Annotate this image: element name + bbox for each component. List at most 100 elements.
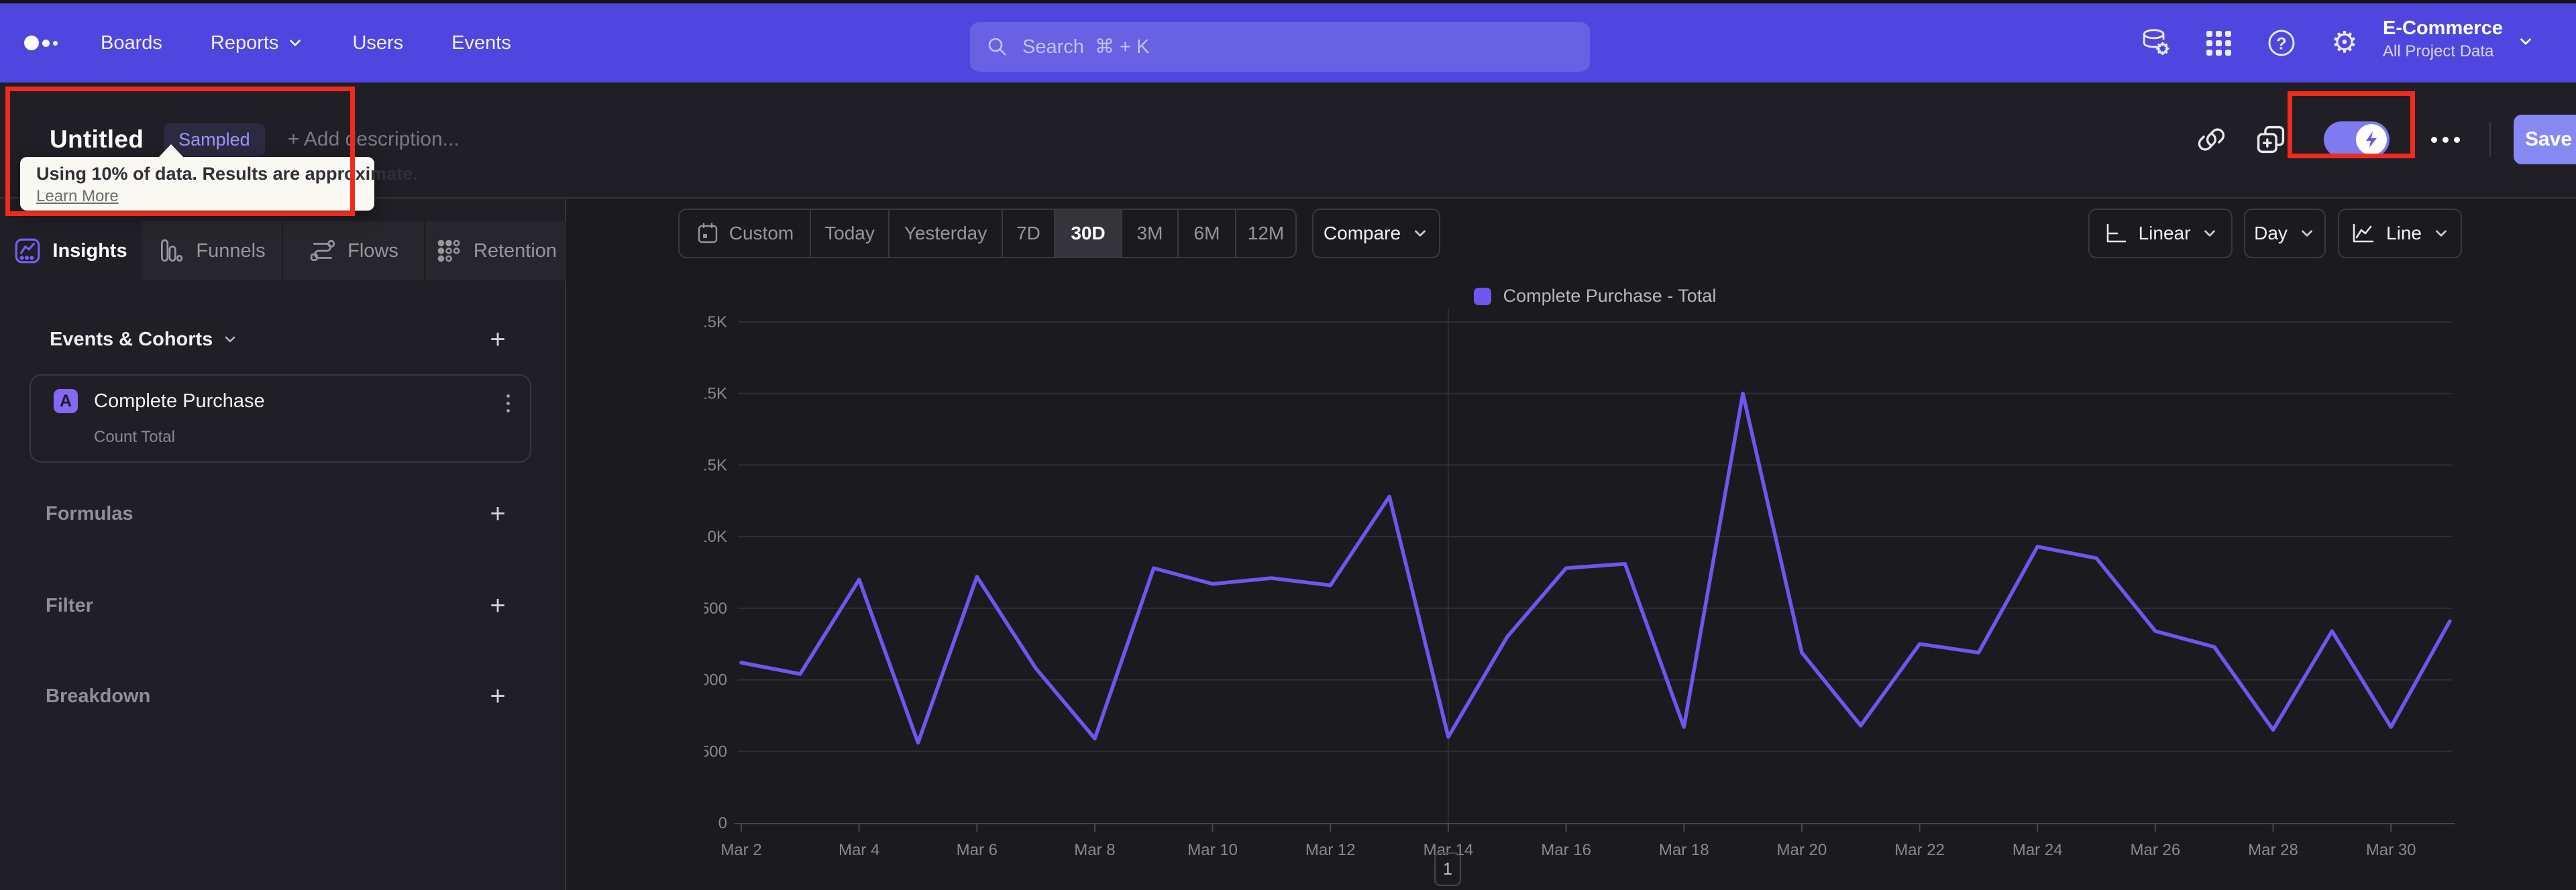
scale-selector[interactable]: Linear (2088, 209, 2233, 258)
tab-flows[interactable]: Flows (282, 221, 424, 280)
formulas-row: Formulas + (0, 494, 566, 534)
svg-text:Mar 26: Mar 26 (2131, 841, 2181, 859)
tab-retention[interactable]: Retention (424, 221, 566, 280)
pagination-page-1[interactable]: 1 (1434, 852, 1461, 886)
range-30d[interactable]: 30D (1055, 210, 1122, 257)
events-cohorts-row: Events & Cohorts + (0, 319, 566, 359)
svg-text:Mar 22: Mar 22 (1894, 841, 1945, 859)
tooltip-text: Using 10% of data. Results are approxima… (36, 164, 418, 184)
chevron-down-icon (2204, 230, 2216, 237)
report-title[interactable]: Untitled (50, 125, 144, 154)
range-custom[interactable]: Custom (680, 210, 811, 257)
svg-text:2,500: 2,500 (704, 742, 727, 761)
events-cohorts-header[interactable]: Events & Cohorts (50, 329, 238, 351)
insights-icon (15, 238, 40, 264)
svg-text:Mar 10: Mar 10 (1187, 841, 1238, 859)
line-chart: 0 2,500 5,000 7,500 10K 12.5K 15K 17.5K Mar 2 Mar… (704, 309, 2455, 859)
range-12m[interactable]: 12M (1236, 210, 1295, 257)
tooltip-learn-more-link[interactable]: Learn More (36, 187, 119, 206)
tooltip-arrow (158, 144, 184, 158)
linear-scale-icon (2106, 223, 2126, 243)
project-scope: All Project Data (2383, 42, 2494, 60)
filter-label: Filter (46, 594, 93, 616)
add-event-button[interactable]: + (478, 319, 518, 359)
more-menu-icon[interactable] (2424, 130, 2467, 150)
svg-text:15K: 15K (704, 385, 727, 403)
top-nav: Boards Reports Users Events Search ⌘ + K… (0, 3, 2576, 82)
formulas-label: Formulas (46, 502, 133, 524)
svg-text:Mar 2: Mar 2 (720, 841, 761, 859)
svg-text:0: 0 (718, 814, 727, 832)
lightning-icon (2356, 124, 2387, 155)
svg-text:17.5K: 17.5K (704, 313, 727, 331)
retention-icon (437, 239, 460, 262)
svg-text:Mar 4: Mar 4 (839, 841, 879, 859)
compare-button[interactable]: Compare (1312, 209, 1440, 258)
nav-item-reports[interactable]: Reports (211, 32, 305, 54)
report-type-tabs: Insights Funnels Flows Retention (0, 221, 566, 280)
svg-text:Mar 24: Mar 24 (2012, 841, 2063, 859)
add-description[interactable]: + Add description... (288, 128, 460, 151)
event-series-badge: A (54, 389, 78, 413)
filter-row: Filter + (0, 586, 566, 626)
save-button[interactable]: Save (2514, 115, 2576, 164)
add-to-board-icon[interactable] (2253, 121, 2289, 158)
chevron-down-icon (225, 336, 235, 343)
svg-text:12.5K: 12.5K (704, 456, 727, 474)
tab-funnels[interactable]: Funnels (141, 221, 282, 280)
event-name[interactable]: Complete Purchase (94, 390, 265, 412)
range-7d[interactable]: 7D (1003, 210, 1055, 257)
svg-text:?: ? (2276, 35, 2286, 54)
svg-text:Mar 18: Mar 18 (1659, 841, 1709, 859)
global-search[interactable] (970, 22, 1590, 72)
add-filter-button[interactable]: + (478, 586, 518, 626)
project-name: E-Commerce (2383, 17, 2503, 39)
add-formula-button[interactable]: + (478, 494, 518, 534)
chart-type-selector[interactable]: Line (2338, 209, 2462, 258)
nav-item-users[interactable]: Users (352, 32, 403, 54)
svg-text:7,500: 7,500 (704, 600, 727, 618)
add-breakdown-button[interactable]: + (478, 676, 518, 716)
project-selector[interactable]: E-Commerce All Project Data (2383, 17, 2503, 61)
nav-links: Boards Reports Users Events (101, 3, 511, 82)
svg-text:Mar 28: Mar 28 (2248, 841, 2298, 859)
project-chevron-down-icon[interactable] (2517, 33, 2534, 50)
event-metric[interactable]: Count Total (94, 428, 175, 447)
apps-grid-icon[interactable] (2200, 25, 2237, 61)
nav-item-boards[interactable]: Boards (101, 32, 162, 54)
nav-item-events[interactable]: Events (451, 32, 511, 54)
sampling-toggle[interactable] (2324, 121, 2390, 158)
svg-text:Mar 30: Mar 30 (2366, 841, 2416, 859)
nav-icon-buttons: ? ⚙ (2137, 3, 2363, 82)
sampling-tooltip: Using 10% of data. Results are approxima… (20, 144, 418, 211)
event-card[interactable]: A Complete Purchase Count Total (30, 374, 531, 463)
chevron-down-icon (1415, 230, 1426, 237)
mixpanel-logo-icon[interactable] (24, 3, 58, 82)
chevron-down-icon (2301, 230, 2312, 237)
chevron-down-icon (290, 40, 301, 46)
settings-gear-icon[interactable]: ⚙ (2326, 25, 2363, 61)
search-input[interactable] (1022, 36, 1574, 58)
range-today[interactable]: Today (811, 210, 890, 257)
tab-insights[interactable]: Insights (0, 221, 141, 280)
breakdown-row: Breakdown + (0, 676, 566, 716)
range-6m[interactable]: 6M (1179, 210, 1236, 257)
calendar-icon (698, 223, 717, 243)
line-chart-icon (2353, 223, 2374, 243)
flows-icon (310, 239, 335, 262)
svg-text:Mar 12: Mar 12 (1305, 841, 1356, 859)
copy-link-icon[interactable] (2194, 121, 2230, 158)
help-icon[interactable]: ? (2263, 25, 2300, 61)
interval-selector[interactable]: Day (2244, 209, 2326, 258)
event-kebab-menu-icon[interactable] (502, 390, 514, 416)
svg-text:5,000: 5,000 (704, 671, 727, 689)
search-icon (988, 38, 1006, 56)
data-management-icon[interactable] (2137, 25, 2174, 61)
date-range-group: Custom Today Yesterday 7D 30D 3M 6M 12M (678, 209, 1297, 258)
range-3m[interactable]: 3M (1122, 210, 1179, 257)
svg-text:Mar 20: Mar 20 (1777, 841, 1827, 859)
range-yesterday[interactable]: Yesterday (890, 210, 1003, 257)
funnels-icon (161, 239, 183, 262)
svg-text:Mar 8: Mar 8 (1074, 841, 1115, 859)
header-divider (2489, 122, 2491, 157)
